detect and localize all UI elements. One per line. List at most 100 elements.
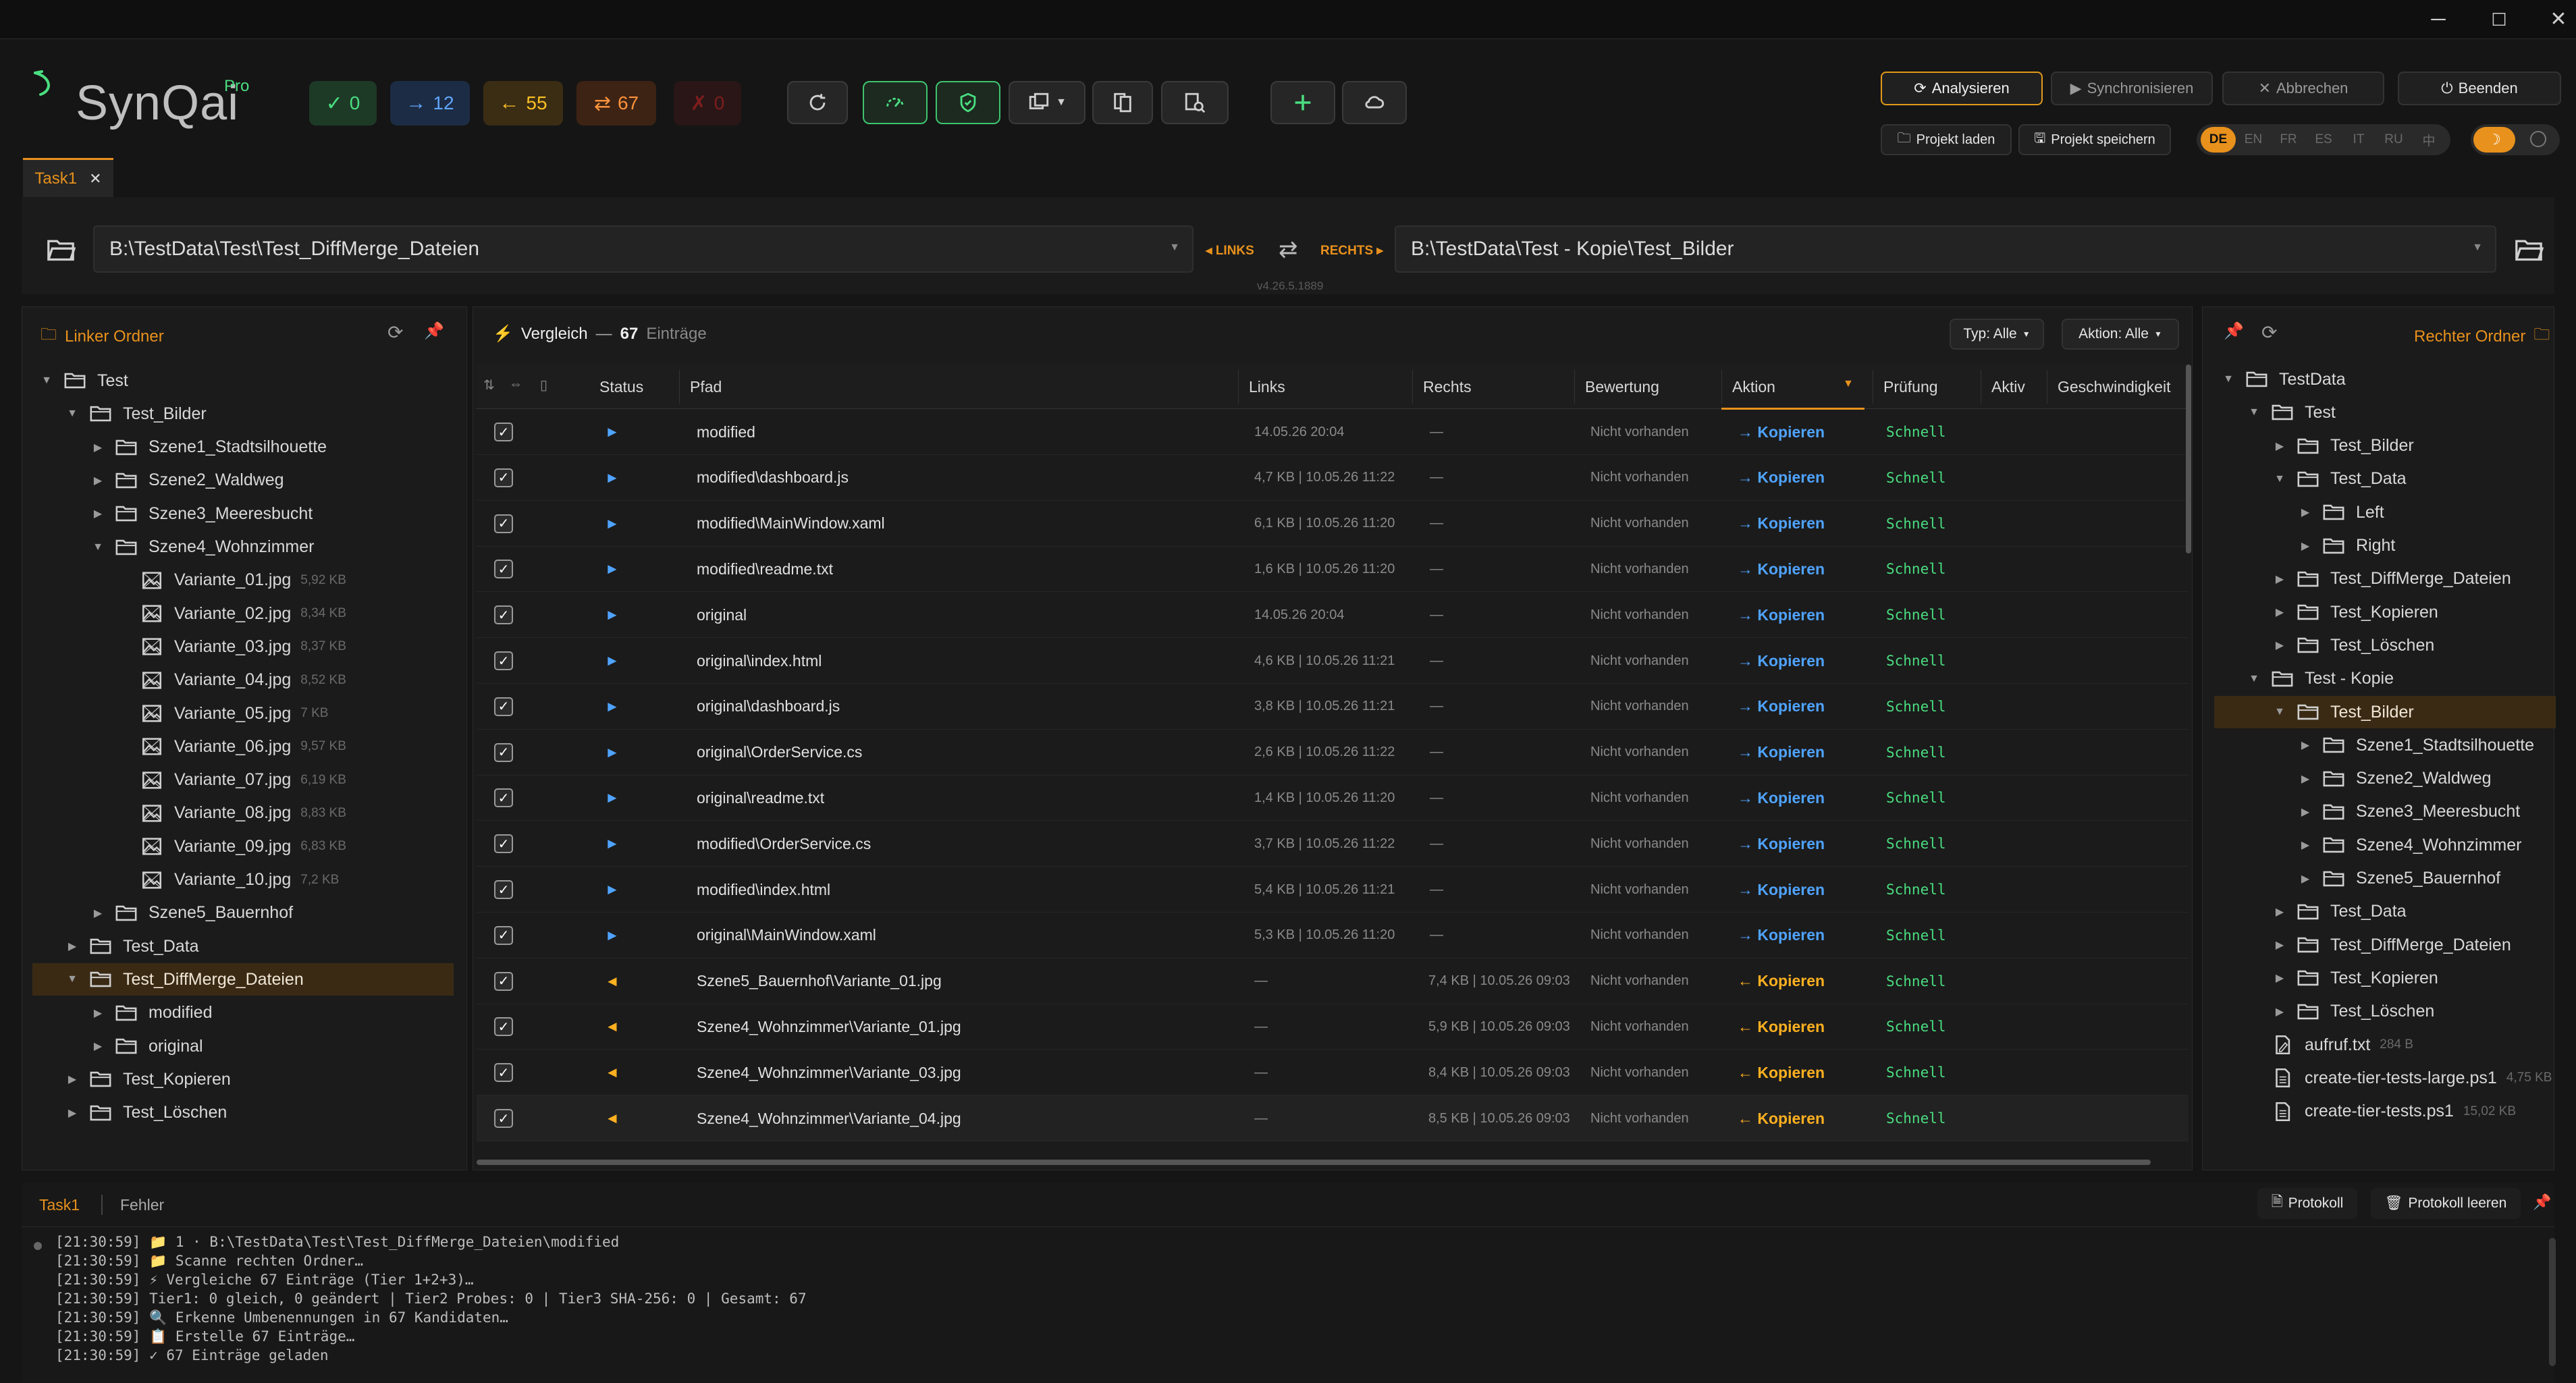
row-checkbox[interactable]: ✓: [494, 697, 513, 716]
row-action[interactable]: → Kopieren: [1738, 867, 1825, 913]
tree-item[interactable]: ▶ Test_DiffMerge_Dateien: [2214, 563, 2556, 595]
table-row[interactable]: ✓ ◄ Szene4_Wohnzimmer\Variante_01.jpg — 5,9 …: [477, 1004, 2189, 1050]
expand-toggle-icon[interactable]: ▶: [2272, 938, 2287, 952]
column-header-links[interactable]: Links: [1249, 364, 1285, 409]
tree-item[interactable]: ▶ Test_Kopieren: [2214, 962, 2556, 994]
expand-toggle-icon[interactable]: ▶: [2298, 738, 2313, 752]
row-action[interactable]: ← Kopieren: [1738, 1004, 1825, 1050]
analyze-button[interactable]: ⟳ Analysieren: [1881, 72, 2043, 105]
tree-item[interactable]: Variante_06.jpg 9,57 KB: [32, 730, 454, 763]
tree-item[interactable]: ▼ Test - Kopie: [2214, 663, 2556, 695]
row-action[interactable]: → Kopieren: [1738, 638, 1825, 684]
save-project-button[interactable]: 🖫 Projekt speichern: [2018, 124, 2171, 155]
log-scrollbar[interactable]: [2549, 1238, 2556, 1366]
lang-de[interactable]: DE: [2201, 127, 2236, 153]
tree-item[interactable]: Variante_02.jpg 8,34 KB: [32, 597, 454, 630]
row-checkbox[interactable]: ✓: [494, 1017, 513, 1037]
expand-toggle-icon[interactable]: ▶: [2272, 971, 2287, 985]
expand-toggle-icon[interactable]: ▼: [2247, 406, 2261, 418]
tree-item[interactable]: ▼ Test_Data: [2214, 463, 2556, 495]
chevron-down-icon[interactable]: ▼: [1169, 242, 1180, 254]
row-checkbox[interactable]: ✓: [494, 788, 513, 808]
link-icon[interactable]: ⇔: [509, 377, 522, 392]
filter-icon[interactable]: ▼: [1843, 378, 1854, 390]
add-button[interactable]: [1270, 81, 1335, 124]
chevron-down-icon[interactable]: ▼: [2472, 242, 2483, 254]
tree-item[interactable]: ▶ Szene1_Stadtsilhouette: [2214, 729, 2556, 761]
tree-item[interactable]: Variante_07.jpg 6,19 KB: [32, 764, 454, 796]
tree-item[interactable]: Variante_04.jpg 8,52 KB: [32, 664, 454, 697]
tree-item[interactable]: ▶ Test_Kopieren: [32, 1063, 454, 1095]
lang-ru[interactable]: RU: [2376, 132, 2411, 147]
expand-toggle-icon[interactable]: ▼: [65, 408, 80, 420]
expand-toggle-icon[interactable]: ▼: [90, 541, 105, 553]
column-header-geschwindigkeit[interactable]: Geschwindigkeit: [2058, 364, 2170, 409]
horizontal-scrollbar[interactable]: [477, 1160, 2151, 1165]
expand-toggle-icon[interactable]: ▶: [2272, 639, 2287, 652]
open-right-folder-icon[interactable]: [2514, 236, 2544, 263]
log-tab-task1[interactable]: Task1: [39, 1196, 80, 1214]
expand-toggle-icon[interactable]: ▶: [2298, 539, 2313, 553]
expand-toggle-icon[interactable]: ▶: [2272, 572, 2287, 586]
lang-it[interactable]: IT: [2341, 132, 2376, 147]
tab-task1[interactable]: Task1 ✕: [23, 158, 113, 197]
row-checkbox[interactable]: ✓: [494, 560, 513, 579]
row-action[interactable]: → Kopieren: [1738, 913, 1825, 958]
tree-item[interactable]: ▼ Test: [32, 364, 454, 397]
tree-item[interactable]: ▶ Test_Data: [2214, 896, 2556, 928]
table-row[interactable]: ✓ ◄ Szene4_Wohnzimmer\Variante_03.jpg — 8,4 …: [477, 1050, 2189, 1096]
expand-toggle-icon[interactable]: ▼: [2247, 673, 2261, 685]
table-row[interactable]: ✓ ► original\OrderService.cs 2,6 KB | 10.05…: [477, 730, 2189, 776]
row-checkbox[interactable]: ✓: [494, 1063, 513, 1083]
theme-toggle[interactable]: ☽: [2471, 124, 2560, 155]
tree-item[interactable]: ▶ Left: [2214, 496, 2556, 528]
tree-item[interactable]: ▶ Szene4_Wohnzimmer: [2214, 829, 2556, 861]
table-row[interactable]: ✓ ► modified\MainWindow.xaml 6,1 KB | 10.05…: [477, 501, 2189, 547]
tree-item[interactable]: Variante_09.jpg 6,83 KB: [32, 830, 454, 863]
expand-toggle-icon[interactable]: ▶: [90, 1006, 105, 1020]
expand-toggle-icon[interactable]: ▼: [2272, 706, 2287, 718]
verify-button[interactable]: [936, 81, 1000, 124]
minimize-button[interactable]: ─: [2418, 4, 2459, 35]
expand-toggle-icon[interactable]: ▶: [90, 474, 105, 487]
tree-item[interactable]: create-tier-tests-large.ps1 4,75 KB: [2214, 1062, 2556, 1094]
row-action[interactable]: ← Kopieren: [1738, 1050, 1825, 1095]
tree-item[interactable]: ▶ Szene1_Stadtsilhouette: [32, 431, 454, 464]
protocol-button[interactable]: 🗎 Protokoll: [2257, 1188, 2357, 1219]
close-tab-icon[interactable]: ✕: [89, 170, 101, 188]
table-row[interactable]: ✓ ► modified\index.html 5,4 KB | 10.05.26 1…: [477, 867, 2189, 913]
select-all-icon[interactable]: ▯: [540, 377, 547, 394]
tree-item[interactable]: ▶ Szene5_Bauernhof: [32, 897, 454, 929]
refresh-button[interactable]: [787, 81, 848, 124]
tree-item[interactable]: ▶ Szene2_Waldweg: [32, 464, 454, 497]
row-action[interactable]: → Kopieren: [1738, 684, 1825, 730]
table-row[interactable]: ✓ ► modified\dashboard.js 4,7 KB | 10.05.26…: [477, 455, 2189, 501]
column-header-prüfung[interactable]: Prüfung: [1883, 364, 1938, 409]
log-tab-errors[interactable]: Fehler: [120, 1196, 164, 1214]
row-action[interactable]: → Kopieren: [1738, 455, 1825, 501]
swap-paths-button[interactable]: ⇄: [1279, 236, 1298, 263]
expand-toggle-icon[interactable]: ▶: [2298, 872, 2313, 886]
row-checkbox[interactable]: ✓: [494, 834, 513, 854]
expand-toggle-icon[interactable]: ▶: [90, 507, 105, 520]
tree-item[interactable]: ▼ Szene4_Wohnzimmer: [32, 531, 454, 564]
refresh-tree-icon[interactable]: ⟳: [387, 321, 403, 344]
row-action[interactable]: → Kopieren: [1738, 409, 1825, 455]
tree-item[interactable]: Variante_05.jpg 7 KB: [32, 697, 454, 730]
table-row[interactable]: ✓ ► modified\OrderService.cs 3,7 KB | 10.05…: [477, 821, 2189, 867]
expand-toggle-icon[interactable]: ▶: [65, 940, 80, 953]
table-row[interactable]: ✓ ► original\dashboard.js 3,8 KB | 10.05.26…: [477, 684, 2189, 730]
expand-toggle-icon[interactable]: ▶: [2272, 1005, 2287, 1019]
action-filter-dropdown[interactable]: Aktion: Alle ▼: [2062, 319, 2179, 350]
lang-en[interactable]: EN: [2236, 132, 2271, 147]
tree-item[interactable]: Variante_10.jpg 7,2 KB: [32, 864, 454, 896]
row-action[interactable]: ← Kopieren: [1738, 1095, 1825, 1141]
column-header-aktiv[interactable]: Aktiv: [1991, 364, 2025, 409]
quit-button[interactable]: ⏻ Beenden: [2398, 72, 2561, 105]
row-action[interactable]: → Kopieren: [1738, 730, 1825, 776]
expand-toggle-icon[interactable]: ▶: [65, 1106, 80, 1120]
lang-中[interactable]: 中: [2411, 131, 2446, 149]
table-row[interactable]: ✓ ► original\MainWindow.xaml 5,3 KB | 10.05…: [477, 913, 2189, 958]
table-row[interactable]: ✓ ► modified\readme.txt 1,6 KB | 10.05.26 1…: [477, 546, 2189, 593]
expand-toggle-icon[interactable]: ▼: [65, 973, 80, 985]
